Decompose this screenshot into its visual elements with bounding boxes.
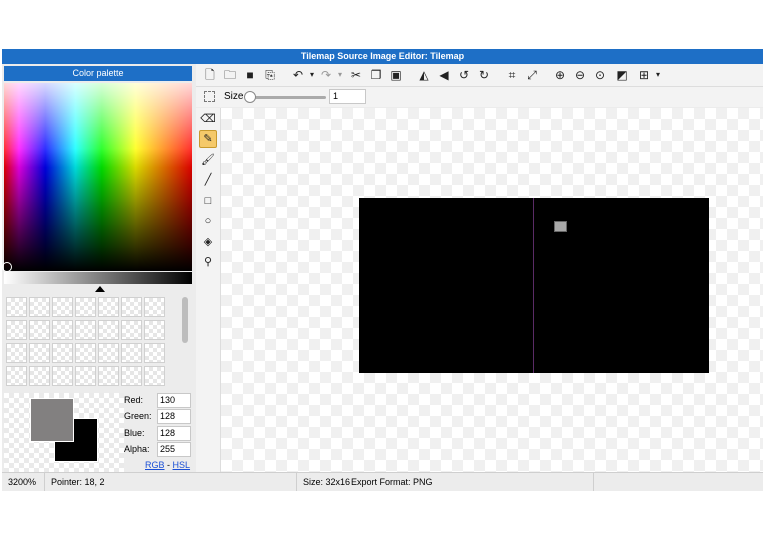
fill-icon[interactable]: ◈ xyxy=(199,233,217,251)
swatch[interactable] xyxy=(6,320,27,340)
tool-options-bar: Size 1 xyxy=(196,87,763,107)
zoom-level: 3200% xyxy=(2,473,45,491)
swatch[interactable] xyxy=(98,297,119,317)
foreground-color-well[interactable] xyxy=(30,398,74,442)
selection-icon[interactable] xyxy=(204,91,215,102)
rectangle-icon[interactable]: □ xyxy=(199,192,217,210)
paste-icon[interactable]: ▣ xyxy=(388,67,404,83)
flip-vertical-icon[interactable]: ◀ xyxy=(436,67,452,83)
swatch[interactable] xyxy=(121,366,142,386)
ellipse-icon[interactable]: ○ xyxy=(199,212,217,230)
swatch[interactable] xyxy=(98,366,119,386)
hsl-link[interactable]: HSL xyxy=(173,460,191,470)
zoom-fit-icon[interactable]: ⊙ xyxy=(592,67,608,83)
export-icon[interactable]: ⎘ xyxy=(262,67,278,83)
size-slider-thumb[interactable] xyxy=(244,91,256,103)
chevron-down-icon[interactable]: ▾ xyxy=(650,67,666,83)
rgb-link[interactable]: RGB xyxy=(145,460,165,470)
link-separator: - xyxy=(164,460,173,470)
chevron-down-icon[interactable]: ▾ xyxy=(332,67,348,83)
alpha-label: Alpha: xyxy=(124,444,150,454)
swatch[interactable] xyxy=(144,343,165,363)
color-preview xyxy=(4,393,124,473)
tool-column: ⌫ ✎ 🖌 ╱ □ ○ ◈ ⚲ xyxy=(196,108,221,472)
swatch-grid xyxy=(6,297,176,389)
zoom-out-icon[interactable]: ⊖ xyxy=(572,67,588,83)
flip-horizontal-icon[interactable]: ◭ xyxy=(416,67,432,83)
swatch[interactable] xyxy=(75,343,96,363)
alpha-field[interactable]: 255 xyxy=(157,442,191,457)
crop-icon[interactable]: ⌗ xyxy=(504,67,520,83)
pencil-cursor xyxy=(554,221,567,232)
swatch[interactable] xyxy=(6,297,27,317)
swatch[interactable] xyxy=(52,320,73,340)
pencil-icon[interactable]: ✎ xyxy=(199,130,217,148)
main-toolbar: 🗋 🗀 ■ ⎘ ↶ ▾ ↷ ▾ ✂ ❐ ▣ ◭ ◀ ↺ ↻ ⌗ ⤢ ⊕ ⊖ ⊙ … xyxy=(196,64,763,87)
swatch[interactable] xyxy=(29,320,50,340)
swatch[interactable] xyxy=(121,297,142,317)
toggle-background-icon[interactable]: ◩ xyxy=(614,67,630,83)
red-label: Red: xyxy=(124,395,144,405)
rotate-cw-icon[interactable]: ↻ xyxy=(476,67,492,83)
blue-field[interactable]: 128 xyxy=(157,426,191,441)
zoom-in-icon[interactable]: ⊕ xyxy=(552,67,568,83)
size-label: Size xyxy=(224,91,244,102)
swatch[interactable] xyxy=(29,343,50,363)
rotate-ccw-icon[interactable]: ↺ xyxy=(456,67,472,83)
swatch[interactable] xyxy=(52,366,73,386)
swatch[interactable] xyxy=(52,297,73,317)
swatch[interactable] xyxy=(75,297,96,317)
tile-divider xyxy=(533,198,534,373)
export-format: Export Format: PNG xyxy=(349,473,594,491)
pointer-position: Pointer: 18, 2 xyxy=(45,473,297,491)
swatch[interactable] xyxy=(52,343,73,363)
swatch[interactable] xyxy=(98,320,119,340)
resize-icon[interactable]: ⤢ xyxy=(524,67,540,83)
grayscale-marker[interactable] xyxy=(95,286,105,292)
new-icon[interactable]: 🗋 xyxy=(202,67,218,83)
cut-icon[interactable]: ✂ xyxy=(348,67,364,83)
swatch[interactable] xyxy=(144,320,165,340)
window-title: Tilemap Source Image Editor: Tilemap xyxy=(2,49,763,64)
swatch[interactable] xyxy=(6,366,27,386)
image-size: Size: 32x16 xyxy=(303,477,351,487)
save-icon[interactable]: ■ xyxy=(242,67,258,83)
swatch[interactable] xyxy=(121,320,142,340)
grayscale-ramp[interactable] xyxy=(4,272,192,284)
status-bar: 3200% Pointer: 18, 2 Size: 32x16 Export … xyxy=(2,472,763,491)
palette-header: Color palette xyxy=(4,66,192,81)
blue-label: Blue: xyxy=(124,428,145,438)
red-field[interactable]: 130 xyxy=(157,393,191,408)
spectrum-picker[interactable] xyxy=(2,262,12,272)
swatch[interactable] xyxy=(75,366,96,386)
green-field[interactable]: 128 xyxy=(157,409,191,424)
canvas-area[interactable] xyxy=(221,108,763,472)
green-label: Green: xyxy=(124,411,152,421)
open-icon[interactable]: 🗀 xyxy=(222,67,238,83)
size-field[interactable]: 1 xyxy=(329,89,366,104)
swatch[interactable] xyxy=(121,343,142,363)
eraser-icon[interactable]: ⌫ xyxy=(199,110,217,128)
eyedropper-icon[interactable]: ⚲ xyxy=(199,253,217,271)
swatch[interactable] xyxy=(6,343,27,363)
swatch[interactable] xyxy=(75,320,96,340)
swatch[interactable] xyxy=(144,366,165,386)
size-slider-track[interactable] xyxy=(246,96,326,99)
color-palette-panel: Color palette Red: 130 Green: 128 Blue: … xyxy=(2,64,194,473)
tilemap-image[interactable] xyxy=(359,198,709,373)
brush-icon[interactable]: 🖌 xyxy=(199,151,217,169)
editor-window: Tilemap Source Image Editor: Tilemap Col… xyxy=(2,49,763,491)
color-spectrum[interactable] xyxy=(4,83,192,271)
swatch[interactable] xyxy=(29,366,50,386)
line-icon[interactable]: ╱ xyxy=(199,171,217,189)
copy-icon[interactable]: ❐ xyxy=(368,67,384,83)
swatch[interactable] xyxy=(144,297,165,317)
swatch[interactable] xyxy=(29,297,50,317)
swatch-scrollbar[interactable] xyxy=(182,297,188,343)
color-mode-links: RGB - HSL xyxy=(145,460,190,470)
swatch[interactable] xyxy=(98,343,119,363)
